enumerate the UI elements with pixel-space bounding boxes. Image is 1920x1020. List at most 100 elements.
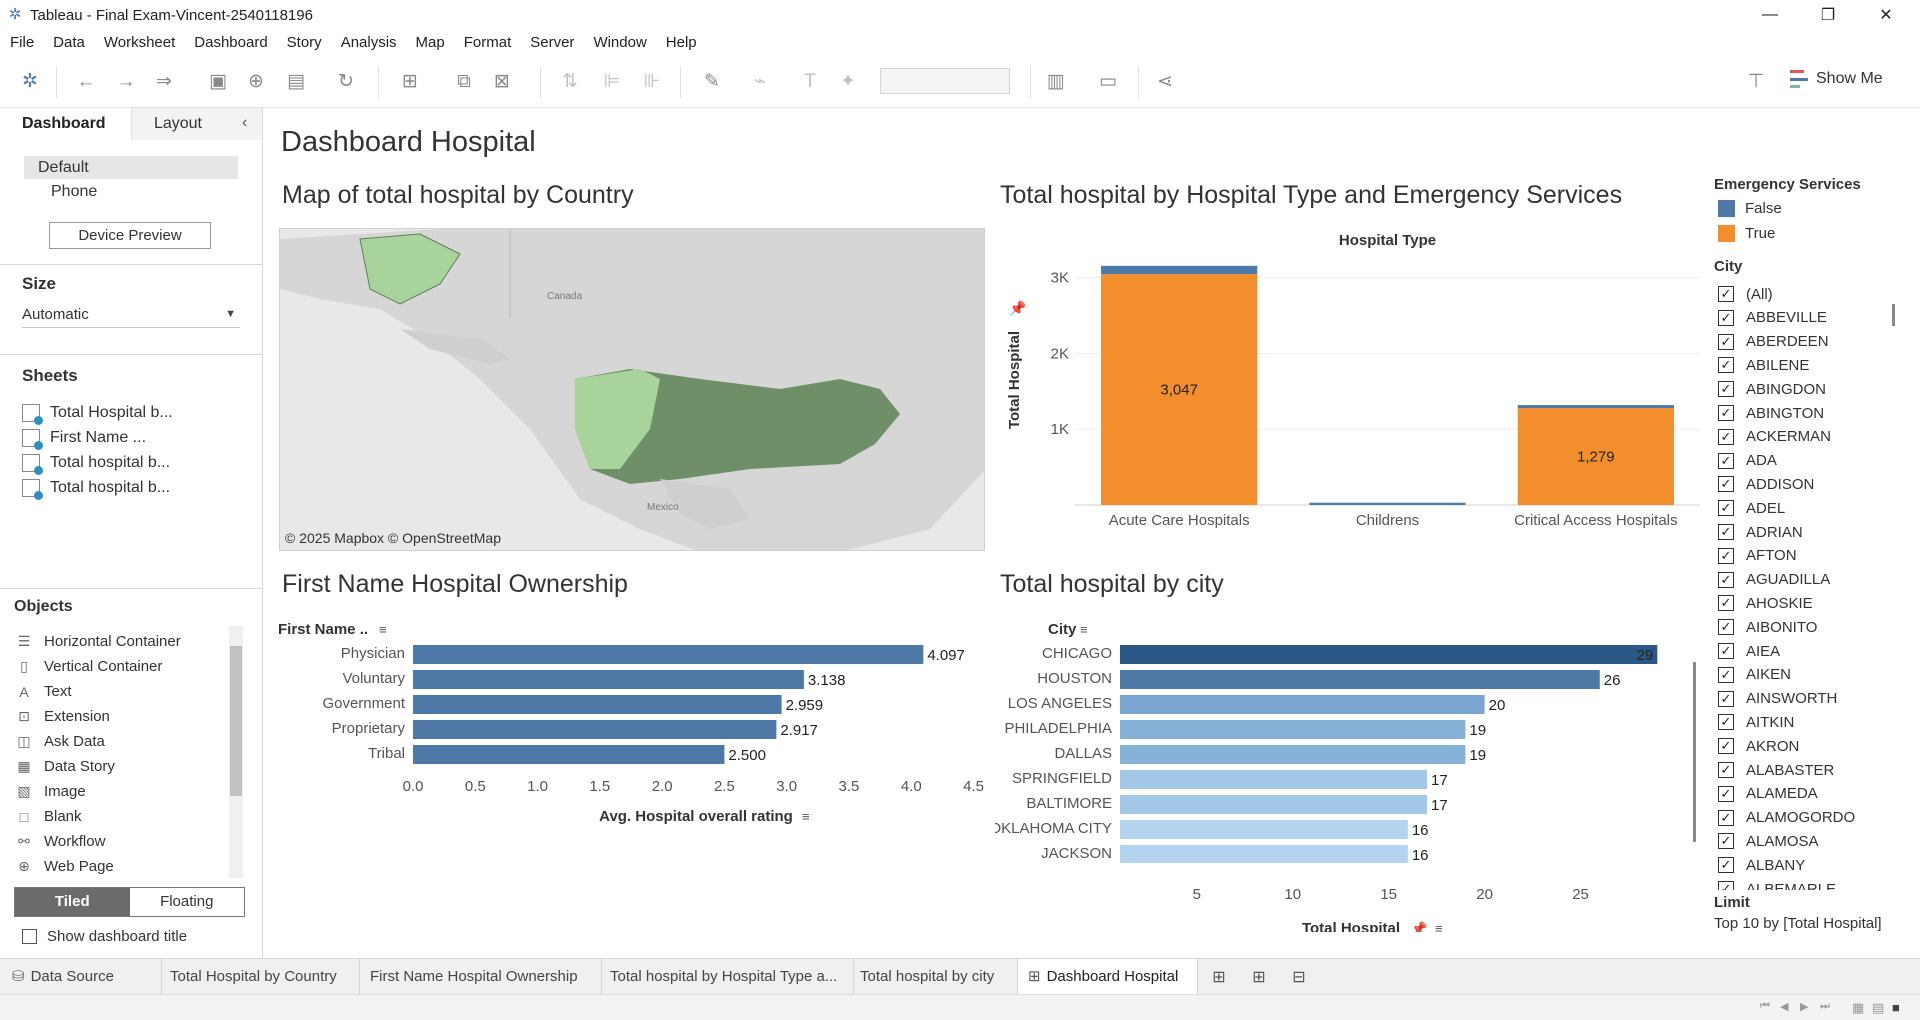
tab-dashboard-hospital[interactable]: ⊞ Dashboard Hospital	[1018, 959, 1198, 995]
prev-sheet-icon[interactable]: ◀	[1780, 1000, 1788, 1013]
checkbox-checked-icon[interactable]: ✓	[1718, 524, 1734, 540]
checkbox-checked-icon[interactable]: ✓	[1718, 738, 1734, 755]
device-phone[interactable]: Phone	[51, 183, 97, 201]
city-filter-item[interactable]: ✓ ALBEMARLE	[1718, 879, 1836, 890]
scroll-thumb[interactable]	[1693, 662, 1696, 842]
checkbox-checked-icon[interactable]: ✓	[1718, 476, 1734, 493]
save-icon[interactable]: ▣	[206, 70, 230, 94]
close-button[interactable]: ✕	[1858, 0, 1914, 30]
sort-descending-icon[interactable]: ⊪	[640, 70, 664, 94]
checkbox-checked-icon[interactable]: ✓	[1718, 595, 1734, 612]
city-filter-item[interactable]: ✓ (All)	[1718, 284, 1773, 304]
menu-analysis[interactable]: Analysis	[341, 34, 397, 51]
menu-window[interactable]: Window	[593, 34, 646, 51]
object-horizontal-container[interactable]: ☰ Horizontal Container	[16, 633, 181, 650]
show-me-button[interactable]: Show Me	[1790, 70, 1883, 88]
object-blank[interactable]: □ Blank	[16, 808, 82, 825]
object-vertical-container[interactable]: ▯ Vertical Container	[16, 658, 162, 675]
city-filter-item[interactable]: ✓ ADDISON	[1718, 474, 1814, 494]
object-data-story[interactable]: ▦ Data Story	[16, 758, 115, 775]
objects-scrollbar[interactable]	[229, 626, 243, 878]
city-filter-item[interactable]: ✓ ALBANY	[1718, 855, 1805, 875]
city-filter-item[interactable]: ✓ ABERDEEN	[1718, 332, 1829, 352]
pause-updates-icon[interactable]: ▤	[284, 70, 308, 94]
tab-total-hospital-by-country[interactable]: Total Hospital by Country	[162, 959, 360, 995]
checkbox-checked-icon[interactable]: ✓	[1718, 452, 1734, 469]
city-filter-item[interactable]: ✓ ABILENE	[1718, 355, 1809, 375]
city-filter-item[interactable]: ✓ ABINGDON	[1718, 379, 1826, 399]
checkbox-checked-icon[interactable]: ✓	[1718, 690, 1734, 707]
sort-ascending-icon[interactable]: ⊫	[600, 70, 624, 94]
new-data-source-icon[interactable]: ⊕	[244, 70, 268, 94]
city-filter-item[interactable]: ✓ AIBONITO	[1718, 617, 1817, 637]
checkbox-checked-icon[interactable]: ✓	[1718, 809, 1734, 826]
checkbox-checked-icon[interactable]: ✓	[1718, 643, 1734, 659]
device-default[interactable]: Default	[24, 156, 238, 179]
city-filter-item[interactable]: ✓ AGUADILLA	[1718, 570, 1830, 590]
share-icon[interactable]: ⋖	[1153, 70, 1177, 94]
first-sheet-icon[interactable]: ⏮	[1760, 1000, 1770, 1013]
checkbox-checked-icon[interactable]: ✓	[1718, 881, 1734, 890]
scroll-thumb[interactable]	[1892, 304, 1895, 326]
size-select[interactable]: Automatic ▼	[22, 306, 240, 328]
object-image[interactable]: ▧ Image	[16, 783, 85, 800]
minimize-button[interactable]: —	[1742, 0, 1798, 30]
city-filter-item[interactable]: ✓ AKRON	[1718, 736, 1799, 756]
city-filter-item[interactable]: ✓ ALABASTER	[1718, 760, 1834, 780]
scroll-thumb[interactable]	[230, 646, 242, 796]
checkbox-checked-icon[interactable]: ✓	[1718, 405, 1734, 421]
collapse-pane-icon[interactable]: ‹	[242, 114, 247, 132]
redo-icon[interactable]: →	[114, 70, 138, 94]
checkbox-checked-icon[interactable]: ✓	[1718, 547, 1734, 564]
city-filter-scrollbar[interactable]	[1889, 282, 1901, 890]
new-sheet-icon[interactable]: ⊞	[398, 70, 422, 94]
undo-icon[interactable]: ←	[74, 70, 98, 94]
checkbox-checked-icon[interactable]: ✓	[1718, 381, 1734, 398]
show-filmstrip-icon[interactable]: ▦	[1852, 1000, 1864, 1016]
object-text[interactable]: A Text	[16, 683, 71, 700]
menu-file[interactable]: File	[10, 34, 34, 51]
tab-total-hospital-by-city[interactable]: Total hospital by city	[854, 959, 1018, 995]
show-title-checkbox[interactable]	[22, 929, 37, 944]
sheet-item[interactable]: Total hospital b...	[22, 454, 170, 475]
city-filter-item[interactable]: ✓ ACKERMAN	[1718, 427, 1831, 447]
duplicate-sheet-icon[interactable]: ⧉	[452, 70, 476, 94]
map-view[interactable]: Canada Mexico	[279, 228, 985, 551]
checkbox-checked-icon[interactable]: ✓	[1718, 785, 1734, 802]
city-filter-item[interactable]: ✓ ADRIAN	[1718, 522, 1803, 542]
device-preview-button[interactable]: Device Preview	[49, 222, 211, 249]
show-cards-icon[interactable]: ▥	[1044, 70, 1068, 94]
checkbox-checked-icon[interactable]: ✓	[1718, 666, 1734, 683]
attach-icon[interactable]: ⌁	[748, 70, 772, 94]
tab-dashboard[interactable]: Dashboard	[0, 108, 131, 140]
city-filter-item[interactable]: ✓ AHOSKIE	[1718, 593, 1813, 613]
sheet-item[interactable]: First Name ...	[22, 429, 146, 450]
city-filter-item[interactable]: ✓ AINSWORTH	[1718, 689, 1837, 709]
tab-data-source[interactable]: ⛁ Data Source	[0, 959, 162, 995]
show-labels-icon[interactable]: T	[798, 70, 822, 94]
checkbox-checked-icon[interactable]: ✓	[1718, 357, 1734, 374]
menu-dashboard[interactable]: Dashboard	[194, 34, 267, 51]
object-extension[interactable]: ⊡ Extension	[16, 708, 110, 725]
show-sheet-sorter-icon[interactable]: ▤	[1872, 1000, 1884, 1016]
city-filter-item[interactable]: ✓ ADA	[1718, 451, 1777, 471]
object-web-page[interactable]: ⊕ Web Page	[16, 858, 114, 875]
checkbox-checked-icon[interactable]: ✓	[1718, 571, 1734, 588]
sheet-item[interactable]: Total hospital b...	[22, 479, 170, 500]
tab-first-name-hospital-ownership[interactable]: First Name Hospital Ownership	[360, 959, 602, 995]
city-filter-item[interactable]: ✓ ALAMEDA	[1718, 784, 1818, 804]
checkbox-checked-icon[interactable]: ✓	[1718, 309, 1734, 326]
menu-format[interactable]: Format	[464, 34, 512, 51]
object-ask-data[interactable]: ◫ Ask Data	[16, 733, 104, 750]
checkbox-checked-icon[interactable]: ✓	[1718, 333, 1734, 350]
city-filter-item[interactable]: ✓ AITKIN	[1718, 712, 1794, 732]
tab-total-hospital-by-type[interactable]: Total hospital by Hospital Type a...	[602, 959, 854, 995]
city-filter-item[interactable]: ✓ ALAMOSA	[1718, 831, 1819, 851]
checkbox-checked-icon[interactable]: ✓	[1718, 762, 1734, 778]
checkbox-checked-icon[interactable]: ✓	[1718, 833, 1734, 850]
city-filter-item[interactable]: ✓ AIEA	[1718, 641, 1780, 661]
city-chart-scrollbar[interactable]	[1691, 638, 1699, 872]
refresh-icon[interactable]: ↻	[334, 70, 358, 94]
new-story-icon[interactable]: ⊟	[1288, 967, 1310, 987]
new-dashboard-icon[interactable]: ⊞	[1248, 967, 1270, 987]
